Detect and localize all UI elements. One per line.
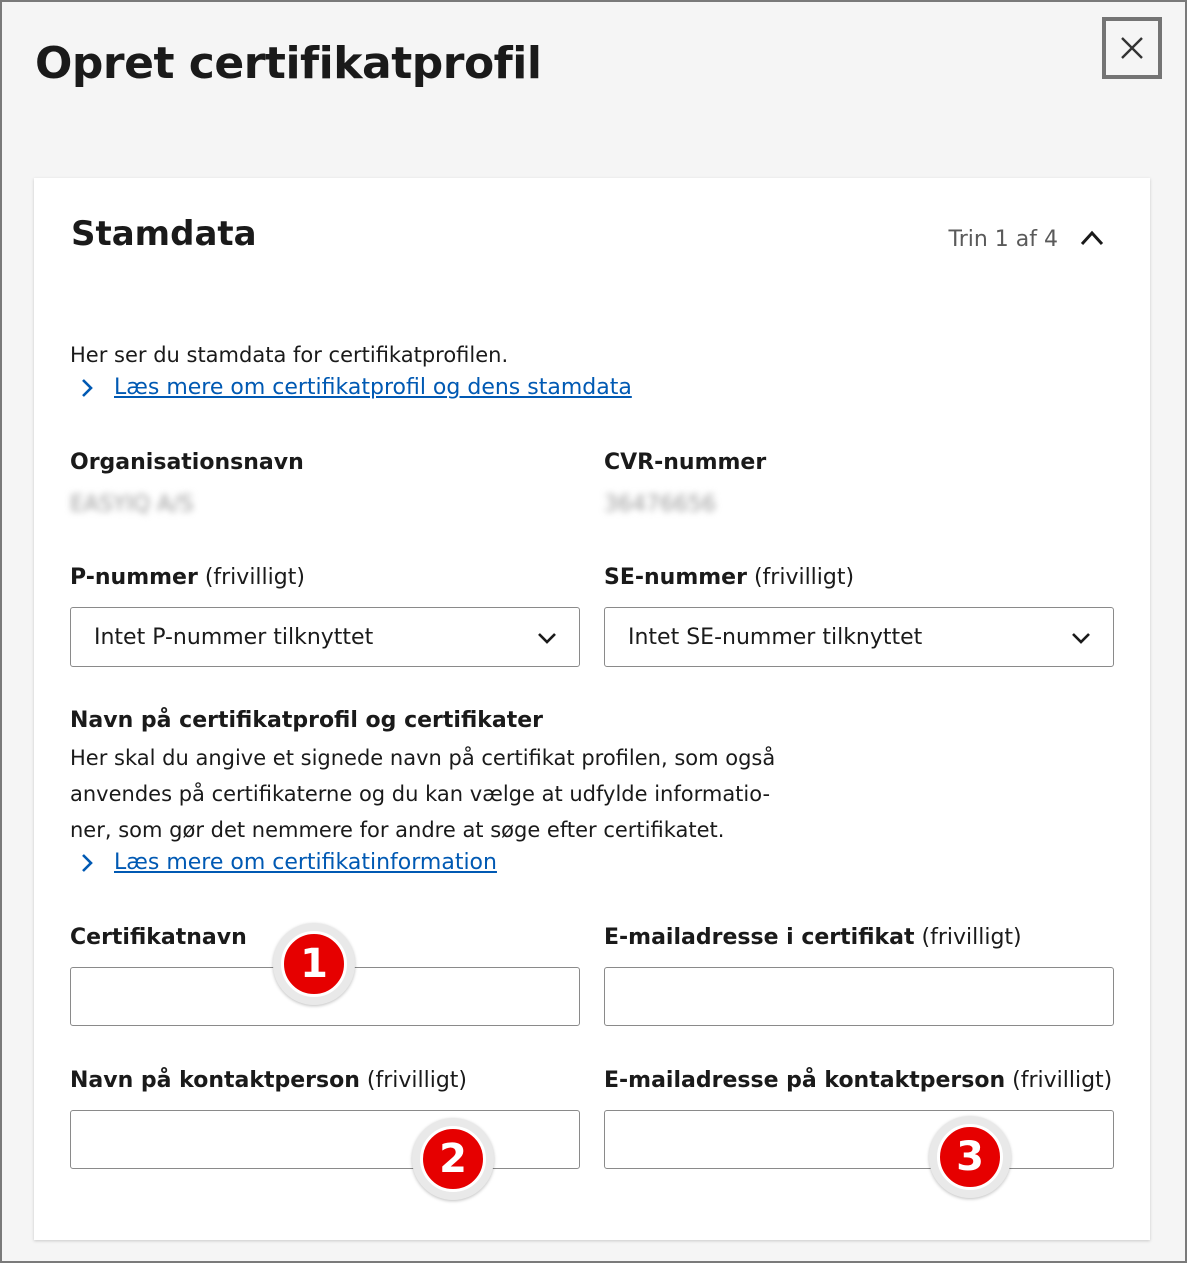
contact-name-label: Navn på kontaktperson (frivilligt) bbox=[70, 1068, 468, 1093]
chevron-down-icon bbox=[538, 633, 556, 644]
cert-info-line-1: Her skal du angive et signede navn på ce… bbox=[70, 746, 776, 770]
cert-info-link-row[interactable]: Læs mere om certifikatinformation bbox=[80, 850, 497, 875]
intro-link-row[interactable]: Læs mere om certifikatprofil og dens sta… bbox=[80, 375, 632, 400]
chevron-right-icon bbox=[80, 378, 100, 398]
contact-name-input[interactable] bbox=[70, 1110, 580, 1169]
cert-info-line-2: anvendes på certifikaterne og du kan væl… bbox=[70, 782, 771, 806]
intro-text: Her ser du stamdata for certifikatprofil… bbox=[70, 343, 509, 367]
p-number-value: Intet P-nummer tilknyttet bbox=[94, 624, 374, 650]
se-number-select[interactable]: Intet SE-nummer tilknyttet bbox=[604, 607, 1114, 667]
cert-name-label: Certifikatnavn bbox=[70, 925, 247, 950]
callout-badge-2: 2 bbox=[412, 1118, 494, 1200]
read-more-stamdata-link[interactable]: Læs mere om certifikatprofil og dens sta… bbox=[114, 375, 632, 400]
dialog-frame: Opret certifikatprofil Stamdata Trin 1 a… bbox=[0, 0, 1187, 1263]
cert-info-heading: Navn på certifikatprofil og certifikater bbox=[70, 708, 544, 733]
org-name-label: Organisationsnavn bbox=[70, 450, 304, 475]
section-title: Stamdata bbox=[71, 214, 257, 254]
org-name-value: EASYIQ A/S bbox=[70, 492, 194, 517]
cert-info-line-3: ner, som gør det nemmere for andre at sø… bbox=[70, 818, 725, 842]
read-more-cert-info-link[interactable]: Læs mere om certifikatinformation bbox=[114, 850, 497, 875]
callout-badge-3: 3 bbox=[929, 1116, 1011, 1198]
cert-email-label: E-mailadresse i certifikat (frivilligt) bbox=[604, 925, 1022, 950]
cvr-label: CVR-nummer bbox=[604, 450, 767, 475]
chevron-down-icon bbox=[1072, 633, 1090, 644]
chevron-right-icon bbox=[80, 853, 100, 873]
chevron-up-icon bbox=[1080, 230, 1104, 246]
stamdata-card: Stamdata Trin 1 af 4 Her ser du stamdata… bbox=[34, 178, 1150, 1240]
contact-email-label: E-mailadresse på kontaktperson (frivilli… bbox=[604, 1068, 1113, 1093]
cert-email-input[interactable] bbox=[604, 967, 1114, 1026]
se-number-value: Intet SE-nummer tilknyttet bbox=[628, 624, 923, 650]
close-button[interactable] bbox=[1102, 17, 1162, 79]
p-number-select[interactable]: Intet P-nummer tilknyttet bbox=[70, 607, 580, 667]
step-indicator: Trin 1 af 4 bbox=[948, 227, 1058, 252]
dialog-title: Opret certifikatprofil bbox=[35, 38, 542, 89]
close-icon bbox=[1121, 37, 1143, 59]
collapse-button[interactable] bbox=[1078, 224, 1106, 252]
contact-email-input[interactable] bbox=[604, 1110, 1114, 1169]
callout-badge-1: 1 bbox=[273, 923, 355, 1005]
se-number-label: SE-nummer (frivilligt) bbox=[604, 565, 855, 590]
cvr-value: 36476656 bbox=[604, 492, 716, 517]
p-number-label: P-nummer (frivilligt) bbox=[70, 565, 305, 590]
